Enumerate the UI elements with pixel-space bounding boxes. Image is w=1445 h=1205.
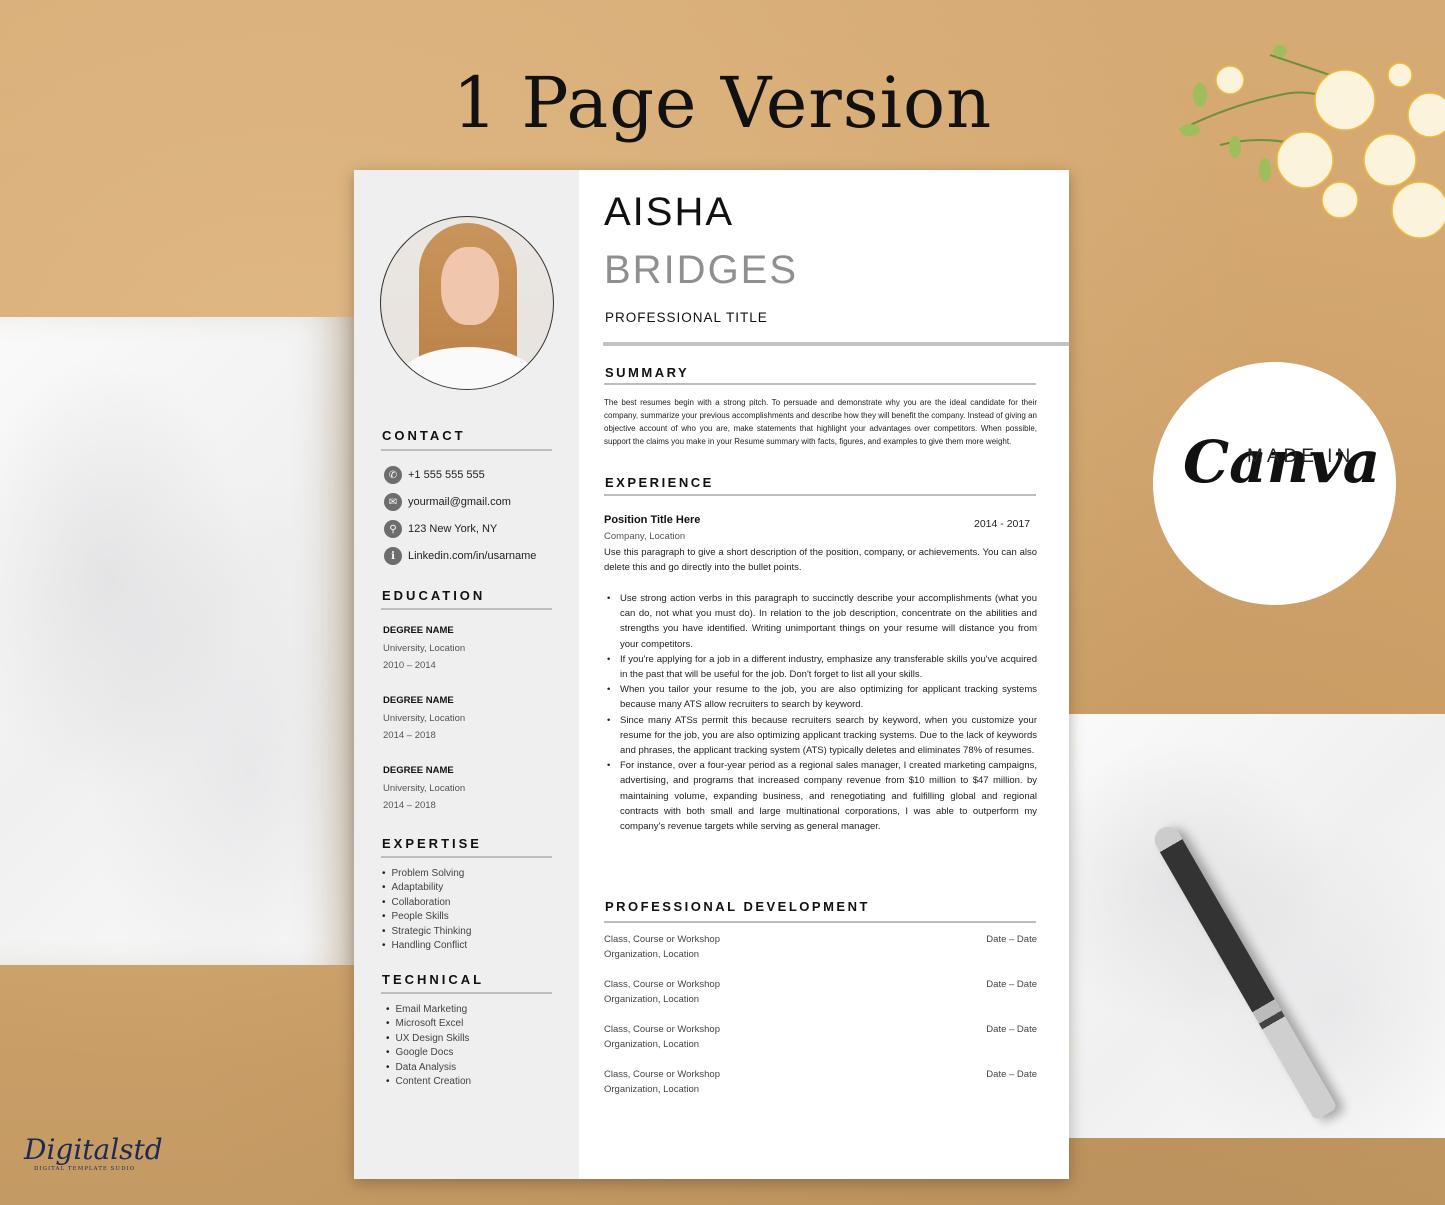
mail-icon: ✉ xyxy=(384,493,402,511)
expertise-item: Adaptability xyxy=(382,881,471,895)
degree-name: DEGREE NAME xyxy=(383,695,454,706)
technical-item: Microsoft Excel xyxy=(386,1017,471,1031)
degree-name: DEGREE NAME xyxy=(383,765,454,776)
education-item: DEGREE NAME University, Location 2014 – … xyxy=(383,762,465,815)
resume-page: CONTACT ✆ +1 555 555 555 ✉ yourmail@gmai… xyxy=(354,170,1069,1179)
expertise-item: Handling Conflict xyxy=(382,939,471,953)
position-dates: 2014 - 2017 xyxy=(974,518,1031,530)
brand-logo-subtitle: DIGITAL TEMPLATE SUDIO xyxy=(34,1166,136,1172)
course-organization: Organization, Location xyxy=(604,1084,700,1096)
school-name: University, Location xyxy=(383,712,466,724)
education-heading: EDUCATION xyxy=(382,588,486,603)
course-date: Date – Date xyxy=(986,934,1037,945)
course-date: Date – Date xyxy=(986,1069,1037,1080)
contact-address: ⚲ 123 New York, NY xyxy=(384,520,497,538)
position-description: Use this paragraph to give a short descr… xyxy=(604,547,1037,574)
school-name: University, Location xyxy=(383,642,466,654)
experience-divider xyxy=(604,494,1036,496)
profile-photo xyxy=(380,216,554,390)
education-years: 2014 – 2018 xyxy=(383,800,436,811)
experience-bullet: Since many ATSs permit this because recr… xyxy=(604,713,1037,759)
course-organization: Organization, Location xyxy=(604,949,700,961)
marble-background-left xyxy=(0,317,356,965)
technical-item: Data Analysis xyxy=(386,1061,471,1075)
experience-bullet: Use strong action verbs in this paragrap… xyxy=(604,591,1037,652)
technical-heading: TECHNICAL xyxy=(382,972,485,987)
contact-phone: ✆ +1 555 555 555 xyxy=(384,466,485,484)
development-item: Class, Course or Workshop Organization, … xyxy=(604,1022,1037,1052)
info-icon: i xyxy=(384,547,402,565)
experience-bullet: For instance, over a four-year period as… xyxy=(604,758,1037,834)
brand-logo-script: Digitalstd xyxy=(24,1133,163,1166)
contact-linkedin: i Linkedin.com/in/usarname xyxy=(384,547,536,565)
contact-phone-text: +1 555 555 555 xyxy=(408,469,485,481)
professional-development-divider xyxy=(604,921,1036,923)
course-name: Class, Course or Workshop xyxy=(604,934,720,945)
contact-email-text: yourmail@gmail.com xyxy=(408,496,511,508)
education-item: DEGREE NAME University, Location 2014 – … xyxy=(383,692,465,745)
made-in-label: MADE IN xyxy=(1247,446,1355,467)
course-name: Class, Course or Workshop xyxy=(604,979,720,990)
flowers-decoration xyxy=(1179,45,1445,239)
location-pin-icon: ⚲ xyxy=(384,520,402,538)
expertise-item: Strategic Thinking xyxy=(382,925,472,939)
expertise-divider xyxy=(381,856,552,858)
contact-email: ✉ yourmail@gmail.com xyxy=(384,493,511,511)
expertise-item: Problem Solving xyxy=(382,867,471,881)
company-location: Company, Location xyxy=(604,531,686,542)
education-years: 2014 – 2018 xyxy=(383,730,436,741)
last-name: BRIDGES xyxy=(604,248,799,292)
phone-icon: ✆ xyxy=(384,466,402,484)
expertise-list: Problem Solving Adaptability Collaborati… xyxy=(382,867,472,953)
school-name: University, Location xyxy=(383,782,466,794)
technical-item: Content Creation xyxy=(386,1075,472,1089)
development-item: Class, Course or Workshop Organization, … xyxy=(604,977,1037,1007)
brand-logo: Digitalstd DIGITAL TEMPLATE SUDIO xyxy=(24,1133,163,1172)
technical-item: UX Design Skills xyxy=(386,1032,471,1046)
professional-title: PROFESSIONAL TITLE xyxy=(605,310,768,325)
contact-linkedin-text: Linkedin.com/in/usarname xyxy=(408,550,537,562)
course-date: Date – Date xyxy=(986,979,1037,990)
experience-bullet: When you tailor your resume to the job, … xyxy=(604,682,1037,712)
marble-background-right xyxy=(1066,714,1445,1138)
position-title: Position Title Here xyxy=(604,514,701,526)
education-divider xyxy=(381,608,552,610)
development-item: Class, Course or Workshop Organization, … xyxy=(604,932,1037,962)
expertise-heading: EXPERTISE xyxy=(382,836,482,851)
expertise-item: People Skills xyxy=(382,910,471,924)
course-organization: Organization, Location xyxy=(604,1039,700,1051)
technical-item: Google Docs xyxy=(386,1046,471,1060)
course-name: Class, Course or Workshop xyxy=(604,1069,720,1080)
course-organization: Organization, Location xyxy=(604,994,700,1006)
technical-list: Email Marketing Microsoft Excel UX Desig… xyxy=(386,1003,472,1089)
technical-item: Email Marketing xyxy=(386,1003,471,1017)
professional-development-heading: PROFESSIONAL DEVELOPMENT xyxy=(605,899,870,914)
contact-heading: CONTACT xyxy=(382,428,466,443)
made-in-canva-badge: Canva MADE IN xyxy=(1153,362,1396,605)
degree-name: DEGREE NAME xyxy=(383,625,454,636)
contact-address-text: 123 New York, NY xyxy=(408,523,498,535)
summary-text: The best resumes begin with a strong pit… xyxy=(604,398,1037,446)
header-divider xyxy=(603,342,1069,346)
education-item: DEGREE NAME University, Location 2010 – … xyxy=(383,622,465,675)
course-date: Date – Date xyxy=(986,1024,1037,1035)
experience-bullets: Use strong action verbs in this paragrap… xyxy=(604,591,1037,834)
summary-heading: SUMMARY xyxy=(605,365,690,380)
course-name: Class, Course or Workshop xyxy=(604,1024,720,1035)
development-item: Class, Course or Workshop Organization, … xyxy=(604,1067,1037,1097)
experience-heading: EXPERIENCE xyxy=(605,475,714,490)
summary-divider xyxy=(604,383,1036,385)
experience-bullet: If you're applying for a job in a differ… xyxy=(604,652,1037,682)
resume-main: AISHA BRIDGES PROFESSIONAL TITLE SUMMARY… xyxy=(579,170,1069,1179)
expertise-item: Collaboration xyxy=(382,896,471,910)
resume-sidebar: CONTACT ✆ +1 555 555 555 ✉ yourmail@gmai… xyxy=(354,170,579,1179)
first-name: AISHA xyxy=(604,190,735,234)
education-years: 2010 – 2014 xyxy=(383,660,436,671)
contact-divider xyxy=(381,449,552,451)
technical-divider xyxy=(381,992,552,994)
